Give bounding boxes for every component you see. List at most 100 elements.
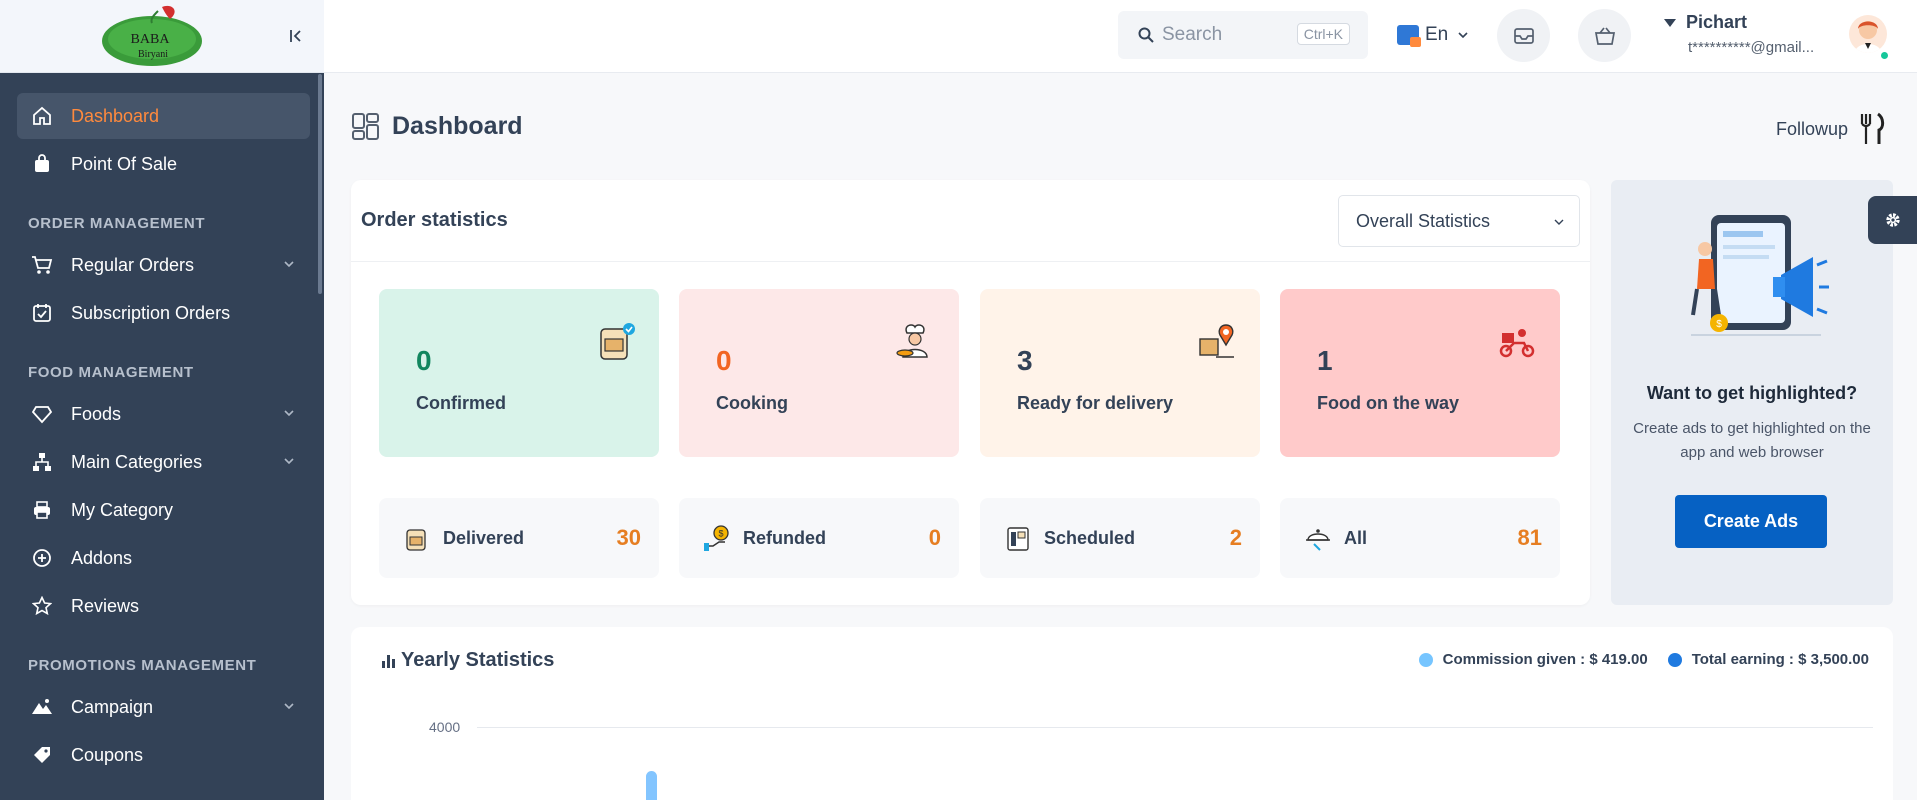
section-order-management: ORDER MANAGEMENT (28, 215, 206, 232)
statistics-filter-select[interactable]: Overall Statistics (1338, 195, 1580, 247)
promo-title: Want to get highlighted? (1646, 383, 1858, 403)
dashboard-icon (352, 113, 379, 140)
brand-logo[interactable]: BABA Biryani (100, 5, 205, 67)
followup-label: Followup (1776, 118, 1849, 139)
status-tile-confirmed[interactable]: 0 Confirmed (379, 289, 659, 457)
logo-subtext: Biryani (138, 49, 168, 60)
chef-icon (896, 324, 928, 358)
tile-label: Confirmed (416, 393, 506, 413)
settings-toggle[interactable] (1868, 196, 1917, 244)
yearly-statistics-title: Yearly Statistics (401, 649, 555, 671)
section-food-management: FOOD MANAGEMENT (28, 364, 194, 381)
mini-tile-value: 30 (616, 525, 641, 550)
cart-button[interactable] (1578, 9, 1631, 62)
legend-label-commission: Commission given : $ 419.00 (1442, 651, 1648, 668)
mini-tile-label: Refunded (743, 527, 826, 548)
mini-tile-all[interactable]: All 81 (1280, 498, 1560, 578)
language-selector[interactable]: En (1397, 24, 1470, 47)
chevron-down-icon[interactable] (282, 406, 296, 420)
sidebar-item-label: Main Categories (71, 451, 203, 472)
package-location-icon (1199, 324, 1234, 358)
sidebar-brand: BABA Biryani (0, 0, 324, 73)
y-axis-tick-label: 4000 (429, 719, 461, 735)
status-tile-ready-for-delivery[interactable]: 3 Ready for delivery (980, 289, 1260, 457)
order-statistics-title: Order statistics (361, 209, 508, 231)
page-title: Dashboard (392, 112, 523, 140)
sidebar-nav: Dashboard Point Of Sale ORDER MANAGEMENT… (0, 73, 324, 778)
fork-knife-icon (1860, 112, 1885, 144)
sidebar-scrollbar[interactable] (318, 74, 322, 294)
search-box[interactable]: Ctrl+K (1118, 11, 1368, 59)
language-label: En (1425, 24, 1449, 45)
mini-tile-value: 81 (1517, 525, 1542, 550)
section-promotions-management: PROMOTIONS MANAGEMENT (28, 657, 257, 674)
gear-icon (1885, 213, 1900, 227)
sidebar-item-foods[interactable]: Foods (17, 391, 310, 437)
sidebar-item-label: Point Of Sale (71, 153, 178, 174)
user-email: t**********@gmail... (1688, 39, 1815, 56)
sidebar-item-reviews[interactable]: Reviews (17, 583, 310, 629)
collapse-sidebar-icon[interactable] (286, 25, 308, 47)
sidebar-item-label: Foods (71, 403, 122, 424)
plus-circle-icon (31, 547, 53, 569)
chevron-down-icon[interactable] (282, 699, 296, 713)
mini-tile-refunded[interactable]: $ Refunded 0 (679, 498, 959, 578)
messages-button[interactable] (1497, 9, 1550, 62)
sidebar-item-campaign[interactable]: Campaign (17, 684, 310, 730)
advertising-illustration: $ (1691, 215, 1829, 336)
sidebar-item-label: Coupons (71, 744, 144, 765)
chevron-down-icon[interactable] (282, 454, 296, 468)
user-menu[interactable]: Pichart t**********@gmail... (1664, 12, 1814, 56)
search-shortcut: Ctrl+K (1296, 23, 1350, 45)
mini-tile-scheduled[interactable]: Scheduled 2 (980, 498, 1260, 578)
online-status-dot (1879, 50, 1890, 61)
sidebar-item-label: Regular Orders (71, 254, 195, 275)
sidebar-item-dashboard[interactable]: Dashboard (17, 93, 310, 139)
printer-icon (31, 499, 53, 521)
chevron-down-icon[interactable] (282, 257, 296, 271)
chart-bar-commission[interactable] (646, 771, 657, 800)
avatar[interactable] (1849, 15, 1887, 53)
statistics-filter-value: Overall Statistics (1356, 210, 1491, 231)
promo-card: $ Want to get highlighted? Create ads to… (1611, 180, 1893, 605)
page-header: Dashboard (351, 112, 523, 141)
sidebar-item-main-categories[interactable]: Main Categories (17, 439, 310, 485)
tile-label: Ready for delivery (1017, 393, 1174, 413)
scheduled-icon (1007, 527, 1029, 551)
sidebar-item-my-category[interactable]: My Category (17, 487, 310, 533)
all-orders-icon (1306, 529, 1330, 551)
legend-item-earning: Total earning : $ 3,500.00 (1667, 651, 1869, 668)
sidebar-item-subscription-orders[interactable]: Subscription Orders (17, 290, 310, 336)
tag-icon (31, 744, 53, 766)
user-name: Pichart (1686, 12, 1748, 32)
sidebar-item-addons[interactable]: Addons (17, 535, 310, 581)
shopping-bag-icon (31, 153, 53, 175)
sidebar-item-label: Reviews (71, 595, 140, 616)
home-icon (31, 105, 53, 127)
sitemap-icon (31, 451, 53, 473)
confirmed-order-icon (600, 323, 635, 360)
mini-tile-label: Delivered (443, 527, 525, 548)
create-ads-button[interactable]: Create Ads (1675, 495, 1827, 548)
sidebar-item-label: Subscription Orders (71, 302, 231, 323)
followup-link[interactable]: Followup (1776, 112, 1886, 146)
status-tile-food-on-the-way[interactable]: 1 Food on the way (1280, 289, 1560, 457)
cart-icon (31, 254, 53, 276)
search-input[interactable] (1162, 24, 1292, 46)
legend-item-commission: Commission given : $ 419.00 (1418, 651, 1648, 668)
sidebar-item-coupons[interactable]: Coupons (17, 732, 310, 778)
caret-down-icon (1664, 18, 1676, 27)
sidebar-item-label: Dashboard (71, 105, 160, 126)
mini-tile-delivered[interactable]: Delivered 30 (379, 498, 659, 578)
calendar-check-icon (31, 302, 53, 324)
basket-icon (1594, 26, 1615, 45)
refund-icon: $ (704, 525, 729, 551)
mini-tile-value: 2 (1229, 525, 1242, 550)
status-tile-cooking[interactable]: 0 Cooking (679, 289, 959, 457)
sidebar-item-label: My Category (71, 499, 174, 520)
sidebar-item-regular-orders[interactable]: Regular Orders (17, 242, 310, 288)
sidebar-item-point-of-sale[interactable]: Point Of Sale (17, 141, 310, 187)
sidebar: BABA Biryani Dashboard Point Of Sale ORD… (0, 0, 324, 800)
bar-chart-icon (382, 654, 395, 668)
topbar: Ctrl+K En Pichart t**********@gmail... (324, 0, 1917, 73)
